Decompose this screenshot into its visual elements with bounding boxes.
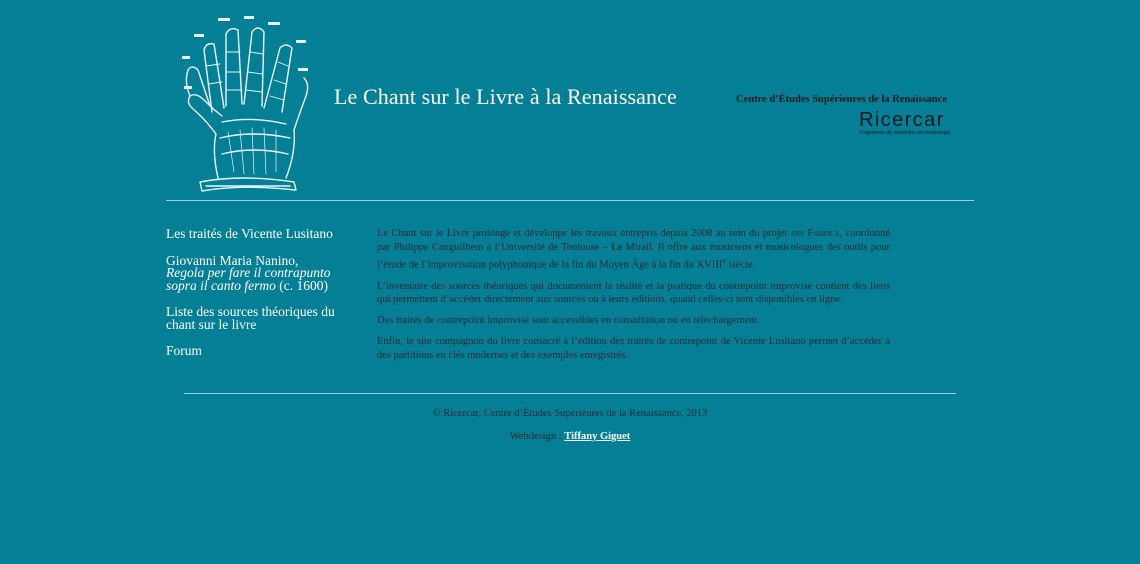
institution-name[interactable]: Centre d’Études Supérieures de la Renais… xyxy=(736,94,947,105)
ricercar-logo-wordmark: Ricercar xyxy=(859,109,945,131)
guidonian-hand-illustration xyxy=(182,16,309,192)
intro-paragraph-2: L’inventaire des sources théoriques qui … xyxy=(377,280,890,306)
nav-link-lusitano-treatises[interactable]: Les traités de Vicente Lusitano xyxy=(166,227,336,241)
p1-text-a: Le Chant sur le Livre prolonge et dévelo… xyxy=(377,228,791,239)
webdesign-label: Webdesign : xyxy=(509,431,562,442)
footer-copyright: © Ricercar, Centre d’Études Supérieures … xyxy=(432,408,708,419)
nav-link-theoretical-sources[interactable]: Liste des sources théoriques du chant su… xyxy=(166,305,336,331)
nav-link-nanino-regola[interactable]: Giovanni Maria Nanino, Regola per fare i… xyxy=(166,253,336,293)
sidebar-nav: Les traités de Vicente Lusitano Giovanni… xyxy=(166,227,336,372)
intro-paragraph-4: Enfin, le site compagnon du livre consac… xyxy=(377,336,890,361)
project-name: ars Fabrica xyxy=(790,228,840,239)
nav-nanino-date: (c. 1600) xyxy=(279,277,328,293)
site-title[interactable]: Le Chant sur le Livre à la Renaissance xyxy=(334,84,677,110)
nav-link-forum[interactable]: Forum xyxy=(166,344,336,358)
p1-text-c: siècle. xyxy=(726,259,756,271)
ricercar-logo[interactable]: Ricercar Programme de recherche en music… xyxy=(859,110,959,136)
intro-paragraph-1: Le Chant sur le Livre prolonge et dévelo… xyxy=(377,227,890,272)
footer-webdesign: Webdesign : Tiffany Giguet xyxy=(0,431,1140,442)
header-divider xyxy=(166,200,974,201)
intro-content: Le Chant sur le Livre prolonge et dévelo… xyxy=(377,227,890,370)
intro-paragraph-3: Des traités de contrepoint improvisé son… xyxy=(377,315,760,326)
ricercar-logo-tagline: Programme de recherche en musicologie xyxy=(859,130,951,136)
designer-link[interactable]: Tiffany Giguet xyxy=(564,431,630,442)
footer-divider xyxy=(184,393,956,394)
